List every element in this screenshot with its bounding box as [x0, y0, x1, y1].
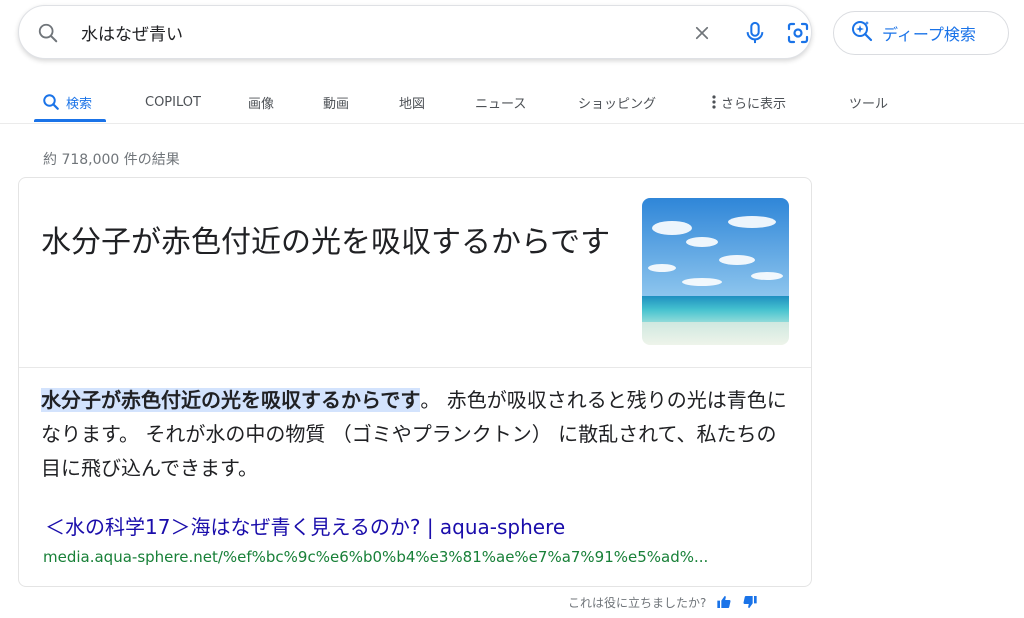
ocean-image — [642, 198, 789, 345]
featured-snippet-card: 水分子が赤色付近の光を吸収するからです 水分子が赤色付近の光を吸収するからです。… — [18, 177, 812, 587]
source-url[interactable]: media.aqua-sphere.net/%ef%bc%9c%e6%b0%b4… — [43, 548, 783, 566]
tab-videos[interactable]: 動画 — [323, 84, 349, 120]
answer-snippet: 水分子が赤色付近の光を吸収するからです。 赤色が吸収されると残りの光は青色になり… — [41, 383, 789, 485]
tab-tools[interactable]: ツール — [849, 84, 888, 120]
tab-label: 動画 — [323, 96, 350, 112]
tab-label: さらに表示 — [721, 96, 787, 112]
search-tab-icon — [42, 93, 60, 111]
search-tabs: 検索 COPILOT 画像 動画 地図 ニュース ショッピング さらに表示 ツー… — [0, 84, 1024, 124]
search-bar[interactable] — [18, 5, 812, 59]
tab-label: ツール — [849, 96, 889, 112]
more-vertical-icon — [712, 95, 716, 109]
feedback-bar: これは役に立ちましたか? — [568, 592, 758, 612]
tab-label: 検索 — [66, 96, 93, 112]
tab-label: COPILOT — [145, 94, 201, 110]
tab-label: ニュース — [475, 96, 527, 112]
answer-thumbnail[interactable] — [642, 198, 789, 345]
tabs-divider — [0, 123, 1024, 124]
feedback-prompt: これは役に立ちましたか? — [568, 595, 707, 610]
tab-label: 地図 — [399, 96, 426, 112]
search-icon[interactable] — [33, 6, 63, 60]
deep-search-button[interactable]: ディープ検索 — [833, 11, 1009, 55]
clear-icon[interactable] — [687, 6, 717, 60]
tab-shopping[interactable]: ショッピング — [578, 84, 656, 120]
thumbs-down-icon[interactable] — [742, 594, 758, 610]
thumbs-up-icon[interactable] — [716, 594, 732, 610]
tab-images[interactable]: 画像 — [248, 84, 274, 120]
tab-label: 画像 — [248, 96, 275, 112]
tab-copilot[interactable]: COPILOT — [145, 84, 201, 120]
microphone-icon[interactable] — [739, 6, 771, 60]
result-count: 約 718,000 件の結果 — [43, 152, 180, 168]
snippet-highlight: 水分子が赤色付近の光を吸収するからです — [41, 388, 421, 412]
tab-search[interactable]: 検索 — [42, 84, 92, 120]
deep-search-icon — [850, 19, 874, 47]
deep-search-label: ディープ検索 — [882, 25, 976, 44]
source-link[interactable]: ＜水の科学17＞海はなぜ青く見えるのか? | aqua-sphere — [45, 511, 565, 540]
tab-label: ショッピング — [578, 96, 657, 112]
tab-news[interactable]: ニュース — [475, 84, 526, 120]
card-divider — [19, 367, 811, 368]
search-input[interactable] — [81, 14, 641, 50]
tab-more[interactable]: さらに表示 — [712, 84, 786, 120]
active-tab-indicator — [34, 119, 106, 122]
answer-title: 水分子が赤色付近の光を吸収するからです — [41, 225, 611, 260]
visual-search-icon[interactable] — [781, 6, 815, 60]
tab-maps[interactable]: 地図 — [399, 84, 425, 120]
